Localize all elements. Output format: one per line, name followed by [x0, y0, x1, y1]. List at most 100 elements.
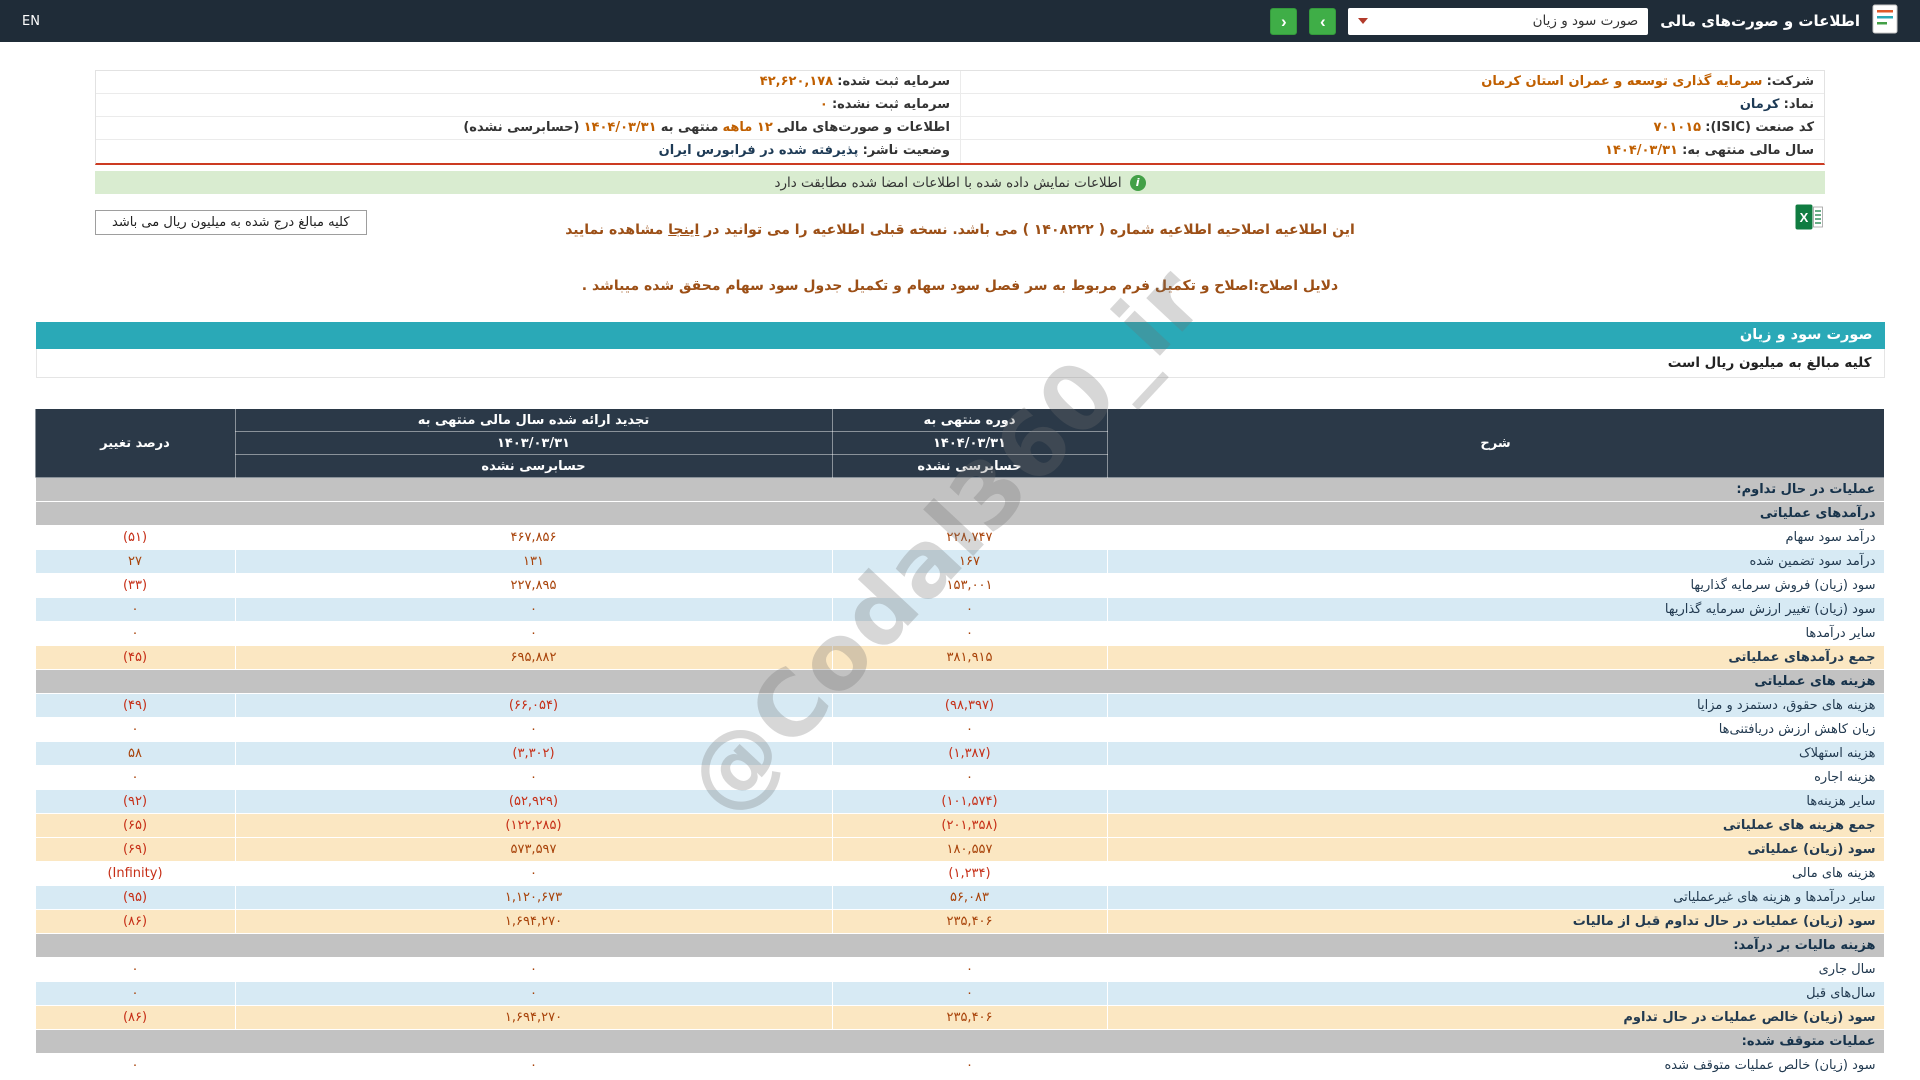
row-label: زیان کاهش ارزش دریافتنی‌ها	[1107, 718, 1884, 742]
table-row: سایر هزینه‌ها (۱۰۱,۵۷۴) (۵۲,۹۲۹) (۹۲)	[35, 790, 1884, 814]
table-row: زیان کاهش ارزش دریافتنی‌ها ۰ ۰ ۰	[35, 718, 1884, 742]
current-period-value: (۹۸,۳۹۷)	[832, 694, 1107, 718]
table-total-row: سود (زیان) عملیات در حال تداوم قبل از ما…	[35, 910, 1884, 934]
signature-match-text: اطلاعات نمایش داده شده با اطلاعات امضا ش…	[774, 175, 1121, 191]
symbol-label: نماد:	[1784, 97, 1814, 112]
change-percent-value: (۳۳)	[35, 574, 235, 598]
table-row: هزینه اجاره ۰ ۰ ۰	[35, 766, 1884, 790]
row-label: سایر درآمدها	[1107, 622, 1884, 646]
table-row: درآمد سود تضمین شده ۱۶۷ ۱۳۱ ۲۷	[35, 550, 1884, 574]
row-label: سود (زیان) خالص عملیات در حال تداوم	[1107, 1006, 1884, 1030]
amounts-unit-box: کلیه مبالغ درج شده به میلیون ریال می باش…	[95, 210, 367, 235]
row-label: سود (زیان) خالص عملیات متوقف شده	[1107, 1054, 1884, 1078]
change-percent-value: (۴۵)	[35, 646, 235, 670]
amendment-text-before: این اطلاعیه اصلاحیه اطلاعیه شماره ( ۱۴۰۸…	[704, 222, 1355, 238]
field-registered-capital: سرمایه ثبت شده: ۴۲,۶۲۰,۱۷۸	[96, 71, 960, 93]
row-label: درآمد سود سهام	[1107, 526, 1884, 550]
table-row: سال‌های قبل ۰ ۰ ۰	[35, 982, 1884, 1006]
row-label: سود (زیان) تغییر ارزش سرمایه گذاریها	[1107, 598, 1884, 622]
row-label: سال جاری	[1107, 958, 1884, 982]
header-current-date: ۱۴۰۴/۰۳/۳۱	[832, 432, 1107, 455]
current-period-value: ۱۶۷	[832, 550, 1107, 574]
change-percent-value: ۵۸	[35, 742, 235, 766]
change-percent-value: (۶۵)	[35, 814, 235, 838]
row-label: جمع هزینه های عملیاتی	[1107, 814, 1884, 838]
restated-value: ۰	[235, 982, 832, 1006]
header-restated-audit-status: حسابرسی نشده	[235, 455, 832, 478]
section-label: عملیات در حال تداوم:	[35, 478, 1884, 502]
section-label: درآمدهای عملیاتی	[35, 502, 1884, 526]
info-icon: i	[1130, 175, 1146, 191]
change-percent-value: ۰	[35, 1054, 235, 1078]
topbar: اطلاعات و صورت‌های مالی صورت سود و زیان …	[0, 0, 1920, 42]
change-percent-value: ۰	[35, 718, 235, 742]
registered-capital-label: سرمایه ثبت شده:	[837, 74, 950, 89]
current-period-value: (۲۰۱,۳۵۸)	[832, 814, 1107, 838]
restated-value: ۰	[235, 622, 832, 646]
current-period-value: ۰	[832, 718, 1107, 742]
excel-icon: X	[1795, 204, 1823, 230]
current-period-value: ۲۲۸,۷۴۷	[832, 526, 1107, 550]
row-label: سایر هزینه‌ها	[1107, 790, 1884, 814]
income-statement-table: شرح دوره منتهی به تجدید ارائه شده سال ما…	[35, 408, 1885, 1078]
current-period-value: ۰	[832, 958, 1107, 982]
table-row: سایر درآمدها و هزینه های غیرعملیاتی ۵۶,۰…	[35, 886, 1884, 910]
header-restated-period: تجدید ارائه شده سال مالی منتهی به	[235, 409, 832, 432]
registered-capital-value: ۴۲,۶۲۰,۱۷۸	[760, 74, 833, 89]
table-row: سود (زیان) فروش سرمایه گذاریها ۱۵۳,۰۰۱ ۲…	[35, 574, 1884, 598]
amendment-note-line2: دلایل اصلاح:اصلاح و تکمیل فرم مربوط به س…	[95, 254, 1825, 294]
restated-value: ۰	[235, 598, 832, 622]
next-statement-button[interactable]: ›	[1309, 8, 1336, 35]
restated-value: ۰	[235, 766, 832, 790]
table-total-row: سود (زیان) عملیاتی ۱۸۰,۵۵۷ ۵۷۳,۵۹۷ (۶۹)	[35, 838, 1884, 862]
header-change-percent: درصد تغییر	[35, 409, 235, 478]
change-percent-value: (۸۶)	[35, 1006, 235, 1030]
table-row: هزینه های حقوق، دستمزد و مزایا (۹۸,۳۹۷) …	[35, 694, 1884, 718]
previous-version-link[interactable]: اینجا	[668, 222, 699, 238]
section-label: هزینه های عملیاتی	[35, 670, 1884, 694]
isic-label: کد صنعت (ISIC):	[1705, 120, 1814, 135]
symbol-value: كرمان	[1740, 97, 1780, 112]
company-value: سرمایه گذاری توسعه و عمران استان کرمان	[1481, 74, 1762, 89]
restated-value: ۱,۶۹۴,۲۷۰	[235, 910, 832, 934]
table-row: هزینه های مالی (۱,۲۳۴) ۰ (Infinity)	[35, 862, 1884, 886]
current-period-value: ۲۳۵,۴۰۶	[832, 910, 1107, 934]
company-label: شرکت:	[1767, 74, 1814, 89]
section-label: هزینه مالیات بر درآمد:	[35, 934, 1884, 958]
publisher-status-value: پذیرفته شده در فرابورس ایران	[659, 143, 859, 158]
field-symbol: نماد: كرمان	[960, 94, 1824, 116]
change-percent-value: ۰	[35, 958, 235, 982]
svg-text:X: X	[1800, 210, 1809, 225]
excel-export-button[interactable]: X	[1795, 204, 1823, 233]
table-total-row: سود (زیان) خالص عملیات در حال تداوم ۲۳۵,…	[35, 1006, 1884, 1030]
change-percent-value: (Infinity)	[35, 862, 235, 886]
company-info-row: شرکت: سرمایه گذاری توسعه و عمران استان ک…	[96, 71, 1824, 94]
table-row: درآمد سود سهام ۲۲۸,۷۴۷ ۴۶۷,۸۵۶ (۵۱)	[35, 526, 1884, 550]
table-header-row: شرح دوره منتهی به تجدید ارائه شده سال ما…	[35, 409, 1884, 432]
statement-type-dropdown[interactable]: صورت سود و زیان	[1348, 8, 1648, 35]
row-label: هزینه استهلاک	[1107, 742, 1884, 766]
row-label: سود (زیان) عملیاتی	[1107, 838, 1884, 862]
restated-value: ۰	[235, 958, 832, 982]
restated-value: ۰	[235, 862, 832, 886]
signature-match-banner: i اطلاعات نمایش داده شده با اطلاعات امضا…	[95, 171, 1825, 194]
language-toggle[interactable]: EN	[22, 14, 40, 29]
current-period-value: ۰	[832, 622, 1107, 646]
field-publisher-status: وضعیت ناشر: پذیرفته شده در فرابورس ایران	[96, 140, 960, 163]
table-row: سود (زیان) تغییر ارزش سرمایه گذاریها ۰ ۰…	[35, 598, 1884, 622]
current-period-value: (۱,۲۳۴)	[832, 862, 1107, 886]
fiscal-year-label: سال مالی منتهی به:	[1682, 143, 1814, 158]
prev-statement-button[interactable]: ‹	[1270, 8, 1297, 35]
change-percent-value: ۰	[35, 598, 235, 622]
change-percent-value: (۹۵)	[35, 886, 235, 910]
change-percent-value: ۰	[35, 982, 235, 1006]
change-percent-value: (۴۹)	[35, 694, 235, 718]
restated-value: ۱۳۱	[235, 550, 832, 574]
restated-value: ۰	[235, 1054, 832, 1078]
current-period-value: ۰	[832, 982, 1107, 1006]
unregistered-capital-label: سرمایه ثبت نشده:	[832, 97, 950, 112]
current-period-value: ۰	[832, 766, 1107, 790]
table-row: سایر درآمدها ۰ ۰ ۰	[35, 622, 1884, 646]
table-section-row: عملیات متوقف شده:	[35, 1030, 1884, 1054]
row-label: جمع درآمدهای عملیاتی	[1107, 646, 1884, 670]
